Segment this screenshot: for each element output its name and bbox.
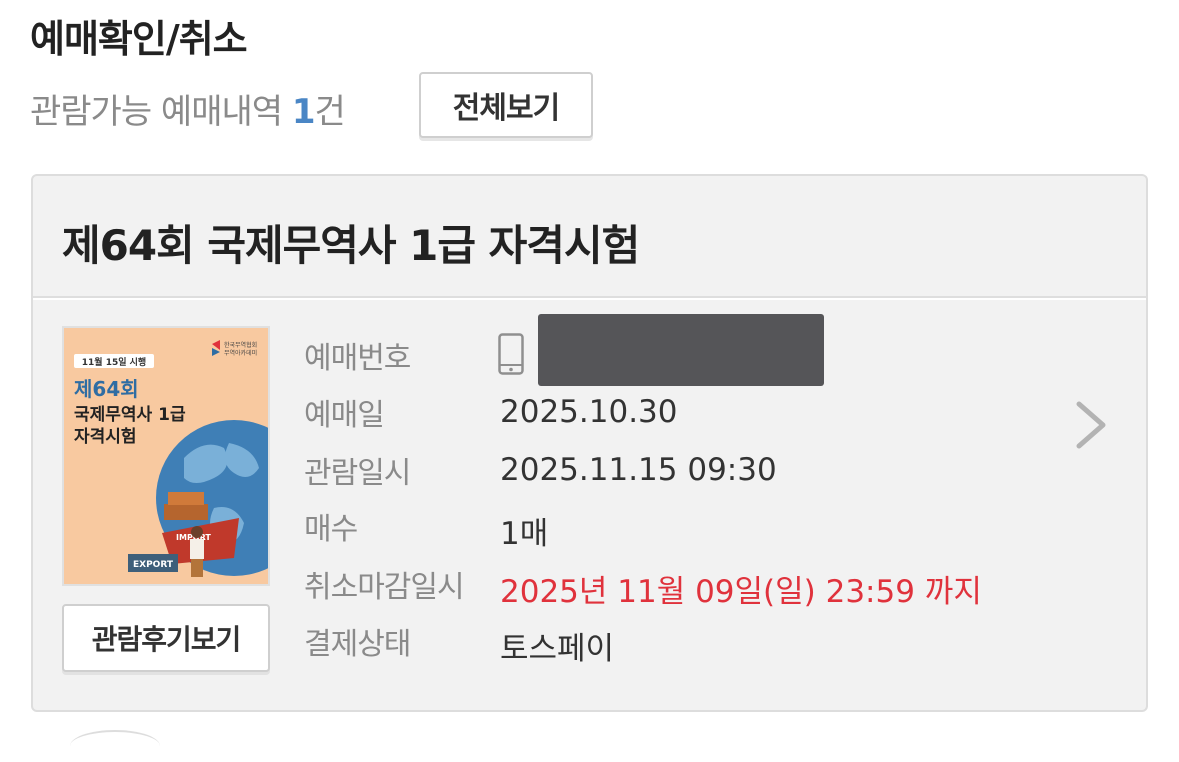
field-ticket-count-value: 1매	[500, 516, 549, 552]
summary-prefix: 관람가능 예매내역	[30, 92, 292, 132]
review-button[interactable]: 관람후기보기	[62, 604, 270, 672]
chevron-right-icon[interactable]	[1073, 398, 1109, 452]
poster-org-name-line1: 한국무역협회	[224, 341, 257, 349]
poster-line2: 국제무역사 1급	[74, 405, 186, 425]
poster-artwork: 한국무역협회 무역아카데미 11월 15일 시행 제64회 국제무역사 1급 자…	[64, 328, 268, 584]
booking-number-redacted	[538, 314, 824, 386]
page-title: 예매확인/취소	[30, 17, 248, 61]
field-booking-number-label: 예매번호	[304, 341, 411, 376]
next-card-edge	[70, 730, 160, 762]
field-viewing-datetime-value: 2025.11.15 09:30	[500, 452, 777, 488]
poster-export-label: EXPORT	[133, 560, 174, 570]
poster-line3: 자격시험	[74, 426, 137, 447]
field-booking-date-label: 예매일	[304, 398, 385, 433]
field-ticket-count-label: 매수	[304, 512, 358, 547]
field-booking-date-value: 2025.10.30	[500, 394, 678, 430]
reservation-card[interactable]: 제64회 국제무역사 1급 자격시험 한국무역협회 무역아카데미 11월 15일…	[31, 174, 1148, 712]
field-cancel-deadline-label: 취소마감일시	[304, 570, 465, 605]
field-payment-status-value: 토스페이	[500, 631, 615, 667]
worker-icon	[190, 526, 204, 577]
poster-org-name-line2: 무역아카데미	[224, 349, 257, 357]
card-header: 제64회 국제무역사 1급 자격시험	[33, 176, 1146, 298]
field-viewing-datetime-label: 관람일시	[304, 456, 411, 491]
event-poster: 한국무역협회 무역아카데미 11월 15일 시행 제64회 국제무역사 1급 자…	[62, 326, 270, 586]
field-cancel-deadline-value: 2025년 11월 09일(일) 23:59 까지	[500, 574, 982, 610]
summary-suffix: 건	[314, 92, 346, 132]
view-all-button[interactable]: 전체보기	[419, 72, 593, 138]
field-payment-status-label: 결제상태	[304, 627, 411, 662]
summary-count: 1	[291, 92, 316, 132]
poster-line1: 제64회	[74, 377, 139, 401]
poster-date-badge: 11월 15일 시행	[82, 356, 146, 368]
reservation-summary: 관람가능 예매내역 1건	[30, 84, 346, 133]
reservation-title: 제64회 국제무역사 1급 자격시험	[62, 221, 640, 270]
mobile-phone-icon	[498, 333, 524, 375]
